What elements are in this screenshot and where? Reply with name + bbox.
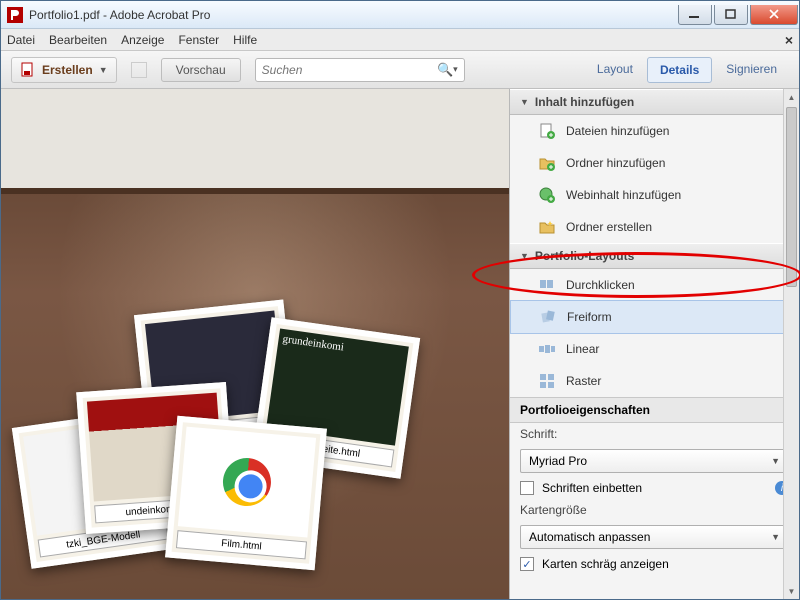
scroll-up-icon[interactable]: ▲ [784,89,799,105]
add-web-content[interactable]: Webinhalt hinzufügen [510,179,799,211]
embed-fonts-checkbox[interactable] [520,481,534,495]
chevron-down-icon: ▼ [99,65,108,75]
maximize-button[interactable] [714,5,748,25]
chevron-down-icon: ▼ [771,532,780,542]
tab-details[interactable]: Details [647,57,712,83]
add-folder[interactable]: Ordner hinzufügen [510,147,799,179]
search-box[interactable]: 🔍 ▾ [255,58,465,82]
close-document-icon[interactable]: × [785,32,793,48]
folder-add-icon [538,154,556,172]
create-label: Erstellen [42,63,93,77]
freeform-icon [539,308,557,326]
menubar: Datei Bearbeiten Anzeige Fenster Hilfe × [1,29,799,51]
file-add-icon [538,122,556,140]
chevron-down-icon: ▼ [771,456,780,466]
linear-icon [538,340,556,358]
font-dropdown[interactable]: Myriad Pro ▼ [520,449,789,473]
options-dropdown-icon[interactable] [131,62,147,78]
preview-button[interactable]: Vorschau [161,58,241,82]
panel-scrollbar[interactable]: ▲ ▼ [783,89,799,599]
clickthrough-icon [538,276,556,294]
layout-clickthrough[interactable]: Durchklicken [510,269,799,301]
font-label: Schrift: [520,427,557,441]
scroll-thumb[interactable] [786,107,797,287]
preview-label: Vorschau [176,63,226,77]
grid-icon [538,372,556,390]
section-portfolio-layouts[interactable]: ▼ Portfolio-Layouts [510,243,799,269]
create-button[interactable]: Erstellen ▼ [11,57,117,83]
toolbar: Erstellen ▼ Vorschau 🔍 ▾ Layout Details … [1,51,799,89]
close-button[interactable] [750,5,798,25]
minimize-button[interactable] [678,5,712,25]
card-size-label: Kartengröße [520,503,587,517]
menu-hilfe[interactable]: Hilfe [233,33,257,47]
add-files[interactable]: Dateien hinzufügen [510,115,799,147]
portfolio-canvas[interactable]: tzki_BGE-Modell Clip undeinkommen Websei… [1,89,509,599]
binoculars-icon[interactable]: 🔍 [437,62,453,78]
embed-fonts-label: Schriften einbetten [542,481,642,495]
portfolio-properties-header: Portfolioeigenschaften [510,397,799,423]
search-chevron-icon[interactable]: ▾ [453,64,458,75]
menu-datei[interactable]: Datei [7,33,35,47]
globe-add-icon [538,186,556,204]
search-input[interactable] [262,63,437,77]
folder-new-icon [538,218,556,236]
section-add-content[interactable]: ▼ Inhalt hinzufügen [510,89,799,115]
scroll-down-icon[interactable]: ▼ [784,583,799,599]
acrobat-icon [7,7,23,23]
tilt-cards-checkbox[interactable] [520,557,534,571]
layout-grid[interactable]: Raster [510,365,799,397]
tab-layout[interactable]: Layout [585,57,645,83]
tab-sign[interactable]: Signieren [714,57,789,83]
chrome-icon [221,456,273,508]
collapse-icon: ▼ [520,251,529,261]
menu-bearbeiten[interactable]: Bearbeiten [49,33,107,47]
collapse-icon: ▼ [520,97,529,107]
layout-linear[interactable]: Linear [510,333,799,365]
side-panel: ▼ Inhalt hinzufügen Dateien hinzufügen O… [509,89,799,599]
tilt-cards-label: Karten schräg anzeigen [542,557,669,571]
layout-freeform[interactable]: Freiform [510,300,799,334]
create-folder[interactable]: Ordner erstellen [510,211,799,243]
menu-fenster[interactable]: Fenster [178,33,219,47]
window-title: Portfolio1.pdf - Adobe Acrobat Pro [29,8,677,22]
titlebar: Portfolio1.pdf - Adobe Acrobat Pro [1,1,799,29]
portfolio-card[interactable]: Film.html [165,416,327,571]
menu-anzeige[interactable]: Anzeige [121,33,164,47]
card-size-dropdown[interactable]: Automatisch anpassen ▼ [520,525,789,549]
